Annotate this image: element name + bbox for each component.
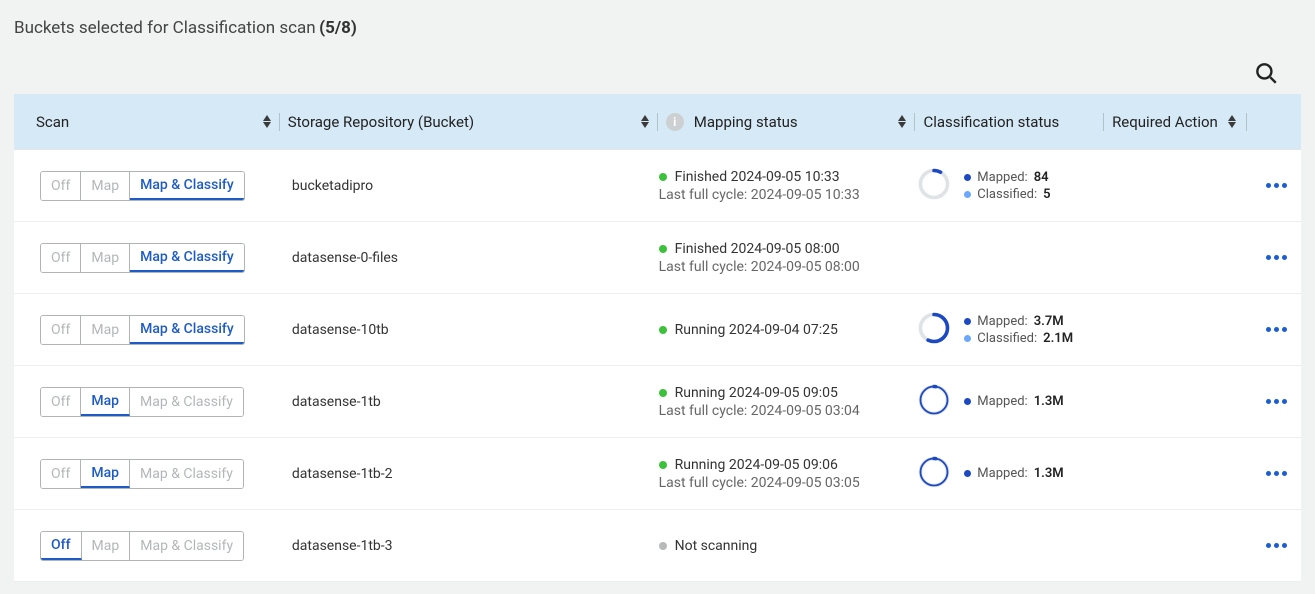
mapping-lastcycle: Last full cycle: 2024-09-05 08:00 — [659, 259, 917, 275]
scan-off-button[interactable]: Off — [41, 316, 81, 344]
repository-name: bucketadipro — [292, 178, 373, 194]
scan-mode-toggle[interactable]: Off Map Map & Classify — [40, 315, 245, 345]
table-header: Scan Storage Repository (Bucket) i M — [14, 94, 1301, 150]
repository-name: datasense-0-files — [292, 250, 398, 266]
title-text: Buckets selected for Classification scan — [14, 18, 316, 38]
status-dot-icon — [659, 542, 667, 550]
mapping-status-text: Finished 2024-09-05 08:00 — [675, 241, 840, 257]
mapping-status-text: Running 2024-09-04 07:25 — [675, 322, 838, 338]
repository-name: datasense-1tb-3 — [292, 538, 393, 554]
progress-donut-icon — [916, 454, 952, 494]
scan-off-button[interactable]: Off — [41, 244, 81, 272]
repository-name: datasense-10tb — [292, 322, 389, 338]
repository-name: datasense-1tb — [292, 394, 381, 410]
scan-mode-toggle[interactable]: Off Map Map & Classify — [40, 459, 244, 489]
scan-off-button[interactable]: Off — [41, 460, 81, 488]
table-row: Off Map Map & Classify datasense-0-files… — [14, 222, 1301, 294]
scan-mode-toggle[interactable]: Off Map Map & Classify — [40, 243, 245, 273]
table-row: Off Map Map & Classify datasense-1tb-3 N… — [14, 510, 1301, 582]
col-repo: Storage Repository (Bucket) — [288, 113, 474, 131]
row-actions-menu[interactable] — [1266, 399, 1287, 404]
mapping-lastcycle: Last full cycle: 2024-09-05 10:33 — [659, 187, 917, 203]
mapping-status-text: Not scanning — [675, 538, 758, 554]
sort-icon[interactable] — [1228, 115, 1236, 128]
classified-label: Classified: — [977, 331, 1037, 346]
search-icon[interactable] — [1253, 60, 1279, 90]
col-classification: Classification status — [923, 113, 1059, 131]
table-row: Off Map Map & Classify datasense-1tb-2 R… — [14, 438, 1301, 510]
col-required-action: Required Action — [1112, 113, 1218, 131]
scan-mapclassify-button[interactable]: Map & Classify — [130, 532, 243, 560]
scan-mode-toggle[interactable]: Off Map Map & Classify — [40, 387, 244, 417]
mapped-value: 1.3M — [1034, 394, 1064, 409]
table-row: Off Map Map & Classify datasense-10tb Ru… — [14, 294, 1301, 366]
row-actions-menu[interactable] — [1266, 327, 1287, 332]
scan-mapclassify-button[interactable]: Map & Classify — [130, 388, 243, 416]
status-dot-icon — [659, 461, 667, 469]
progress-donut-icon — [916, 310, 952, 350]
sort-icon[interactable] — [898, 115, 906, 128]
row-actions-menu[interactable] — [1266, 471, 1287, 476]
table-row: Off Map Map & Classify bucketadipro Fini… — [14, 150, 1301, 222]
mapping-lastcycle: Last full cycle: 2024-09-05 03:04 — [659, 403, 917, 419]
mapping-status-text: Finished 2024-09-05 10:33 — [675, 169, 840, 185]
scan-mapclassify-button[interactable]: Map & Classify — [130, 244, 244, 272]
table-row: Off Map Map & Classify datasense-1tb Run… — [14, 366, 1301, 438]
scan-off-button[interactable]: Off — [41, 172, 81, 200]
bullet-icon — [964, 191, 971, 198]
mapped-label: Mapped: — [977, 170, 1027, 185]
mapping-status-text: Running 2024-09-05 09:06 — [675, 457, 838, 473]
scan-mode-toggle[interactable]: Off Map Map & Classify — [40, 171, 245, 201]
status-dot-icon — [659, 389, 667, 397]
scan-off-button[interactable]: Off — [41, 532, 82, 560]
scan-map-button[interactable]: Map — [82, 532, 131, 560]
scan-map-button[interactable]: Map — [81, 244, 130, 272]
bullet-icon — [964, 174, 971, 181]
sort-icon[interactable] — [263, 115, 271, 128]
mapped-value: 3.7M — [1034, 314, 1064, 329]
sort-icon[interactable] — [641, 115, 649, 128]
scan-map-button[interactable]: Map — [81, 172, 130, 200]
mapped-label: Mapped: — [977, 314, 1027, 329]
classified-label: Classified: — [977, 187, 1037, 202]
scan-mapclassify-button[interactable]: Map & Classify — [130, 460, 243, 488]
mapping-status-text: Running 2024-09-05 09:05 — [675, 385, 838, 401]
bullet-icon — [964, 318, 971, 325]
progress-donut-icon — [916, 166, 952, 206]
scan-mode-toggle[interactable]: Off Map Map & Classify — [40, 531, 244, 561]
status-dot-icon — [659, 245, 667, 253]
status-dot-icon — [659, 326, 667, 334]
bullet-icon — [964, 335, 971, 342]
mapped-value: 1.3M — [1034, 466, 1064, 481]
title-count: (5/8) — [319, 18, 357, 38]
scan-map-button[interactable]: Map — [81, 316, 130, 344]
scan-mapclassify-button[interactable]: Map & Classify — [130, 172, 244, 200]
classified-value: 2.1M — [1043, 331, 1073, 346]
status-dot-icon — [659, 173, 667, 181]
scan-mapclassify-button[interactable]: Map & Classify — [130, 316, 244, 344]
col-scan: Scan — [36, 113, 69, 131]
scan-off-button[interactable]: Off — [41, 388, 81, 416]
mapped-label: Mapped: — [977, 394, 1027, 409]
row-actions-menu[interactable] — [1266, 255, 1287, 260]
col-mapping: Mapping status — [694, 113, 798, 131]
row-actions-menu[interactable] — [1266, 183, 1287, 188]
mapping-lastcycle: Last full cycle: 2024-09-05 03:05 — [659, 475, 917, 491]
mapped-label: Mapped: — [977, 466, 1027, 481]
progress-donut-icon — [916, 382, 952, 422]
info-icon[interactable]: i — [666, 113, 684, 131]
bullet-icon — [964, 398, 971, 405]
scan-map-button[interactable]: Map — [81, 460, 130, 488]
mapped-value: 84 — [1034, 170, 1062, 185]
row-actions-menu[interactable] — [1266, 543, 1287, 548]
buckets-table: Scan Storage Repository (Bucket) i M — [14, 94, 1301, 582]
page-title: Buckets selected for Classification scan… — [14, 18, 1301, 38]
repository-name: datasense-1tb-2 — [292, 466, 393, 482]
scan-map-button[interactable]: Map — [81, 388, 130, 416]
classified-value: 5 — [1043, 187, 1071, 202]
bullet-icon — [964, 470, 971, 477]
